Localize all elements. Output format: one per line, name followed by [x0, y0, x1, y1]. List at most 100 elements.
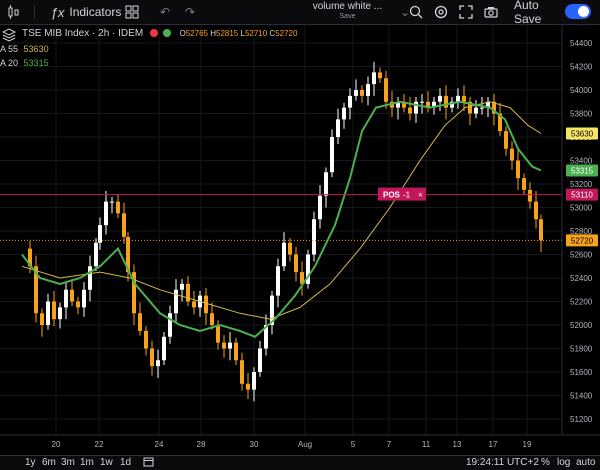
legend-ma-slow[interactable]: A 55 53630	[0, 44, 49, 54]
range-1w[interactable]: 1w	[100, 457, 113, 468]
time-tick-label: 30	[250, 440, 259, 449]
search-icon[interactable]	[405, 0, 427, 24]
candle-body	[504, 131, 508, 149]
price-tick-label: 53000	[570, 204, 593, 213]
candle-body	[294, 254, 298, 273]
legend-symbol: TSE MIB Index · 2h · IDEM	[22, 28, 144, 39]
position-price-tag: 53110	[566, 188, 598, 201]
calendar-icon[interactable]	[143, 456, 154, 470]
candle-body	[76, 301, 80, 308]
candle-body	[162, 336, 166, 361]
price-tick-label: 51800	[570, 345, 593, 354]
candle-body	[282, 242, 286, 267]
candle-body	[216, 325, 220, 343]
time-tick-label: 5	[351, 440, 356, 449]
candle-body	[70, 289, 74, 302]
range-6m[interactable]: 6m	[42, 457, 56, 468]
candle-body	[330, 137, 334, 173]
settings-icon[interactable]	[430, 0, 452, 24]
price-axis: 5440054200540005380053600534005320053000…	[570, 39, 593, 424]
candle-body	[64, 289, 68, 308]
candle-body	[138, 313, 142, 331]
position-label: POS	[383, 191, 401, 200]
log-scale-button[interactable]: log	[557, 457, 570, 468]
candle-body	[348, 95, 352, 108]
position-qty: -1	[403, 191, 411, 200]
undo-icon[interactable]: ↶	[155, 0, 175, 24]
position-badge[interactable]: POS -1 ×	[378, 187, 426, 201]
percent-scale-button[interactable]: %	[541, 457, 550, 468]
price-tick-label: 54000	[570, 86, 593, 95]
candle-body	[174, 289, 178, 314]
candle-body	[252, 372, 256, 390]
layout-grid-icon[interactable]	[120, 0, 144, 24]
candle-body	[180, 283, 184, 290]
close-value: 52720	[275, 29, 298, 38]
auto-scale-button[interactable]: auto	[576, 457, 595, 468]
svg-text:53315: 53315	[571, 166, 594, 175]
candle-body	[104, 201, 108, 226]
market-status-icon	[149, 29, 158, 38]
candle-body	[276, 266, 280, 296]
chart-grid	[0, 25, 562, 435]
chart-type-icon[interactable]	[2, 0, 24, 24]
layout-name-button[interactable]: volume white ... Save	[305, 0, 390, 24]
function-icon: ƒx	[50, 4, 65, 20]
moving-average-slow-line	[21, 101, 542, 320]
candle-body	[288, 242, 292, 255]
candle-body	[456, 95, 460, 102]
range-1y[interactable]: 1y	[25, 457, 36, 468]
layout-title: volume white ...	[312, 1, 383, 12]
candle-body	[516, 160, 520, 179]
candle-body	[204, 295, 208, 314]
candle-body	[46, 301, 50, 325]
candle-body	[240, 360, 244, 384]
layout-status: Save	[339, 13, 356, 20]
price-tick-label: 51600	[570, 368, 593, 377]
time-axis: 20 22 24 28 30 Aug 5 7 11 13 17 19	[52, 440, 532, 449]
time-tick-label: 28	[197, 440, 206, 449]
candle-body	[210, 313, 214, 325]
candle-body	[384, 78, 388, 102]
candle-body	[110, 201, 114, 203]
legend-ma-fast[interactable]: A 20 53315	[0, 58, 49, 68]
candle-body	[312, 219, 316, 255]
range-1d[interactable]: 1d	[120, 457, 131, 468]
open-value: 52765	[185, 29, 208, 38]
range-1m[interactable]: 1m	[80, 457, 94, 468]
autosave-label: Auto Save	[514, 0, 542, 26]
price-tick-label: 53800	[570, 110, 593, 119]
ma-fast-value: 53315	[23, 58, 49, 68]
svg-text:52720: 52720	[571, 236, 594, 245]
svg-text:53630: 53630	[571, 129, 594, 138]
candle-body	[522, 178, 526, 190]
candle-body	[414, 101, 418, 114]
clock-time[interactable]: 19:24:11 UTC+2	[466, 457, 539, 468]
candle-body	[40, 313, 44, 325]
redo-icon[interactable]: ↷	[180, 0, 200, 24]
range-3m[interactable]: 3m	[61, 457, 75, 468]
time-tick-label: 19	[523, 440, 532, 449]
time-tick-label: 22	[95, 440, 104, 449]
candle-body	[192, 301, 196, 308]
indicators-label: Indicators	[69, 5, 122, 19]
candlestick-series	[28, 61, 543, 402]
candle-body	[222, 342, 226, 349]
autosave-toggle[interactable]	[565, 4, 591, 19]
candle-body	[420, 101, 424, 103]
object-tree-icon[interactable]	[1, 28, 17, 42]
ma-fast-label: A 20	[0, 58, 19, 68]
candle-body	[372, 72, 376, 85]
price-chart[interactable]: 5440054200540005380053600534005320053000…	[0, 25, 600, 455]
candle-body	[88, 266, 92, 290]
candle-body	[168, 313, 172, 337]
time-tick-label: 11	[422, 440, 431, 449]
time-tick-label: 13	[453, 440, 462, 449]
indicators-button[interactable]: ƒx Indicators	[51, 0, 122, 24]
time-tick-label: Aug	[298, 440, 312, 449]
candle-body	[82, 289, 86, 308]
fullscreen-icon[interactable]	[455, 0, 477, 24]
ma-slow-value: 53630	[23, 44, 49, 54]
camera-icon[interactable]	[480, 0, 502, 24]
price-tick-label: 51400	[570, 392, 593, 401]
